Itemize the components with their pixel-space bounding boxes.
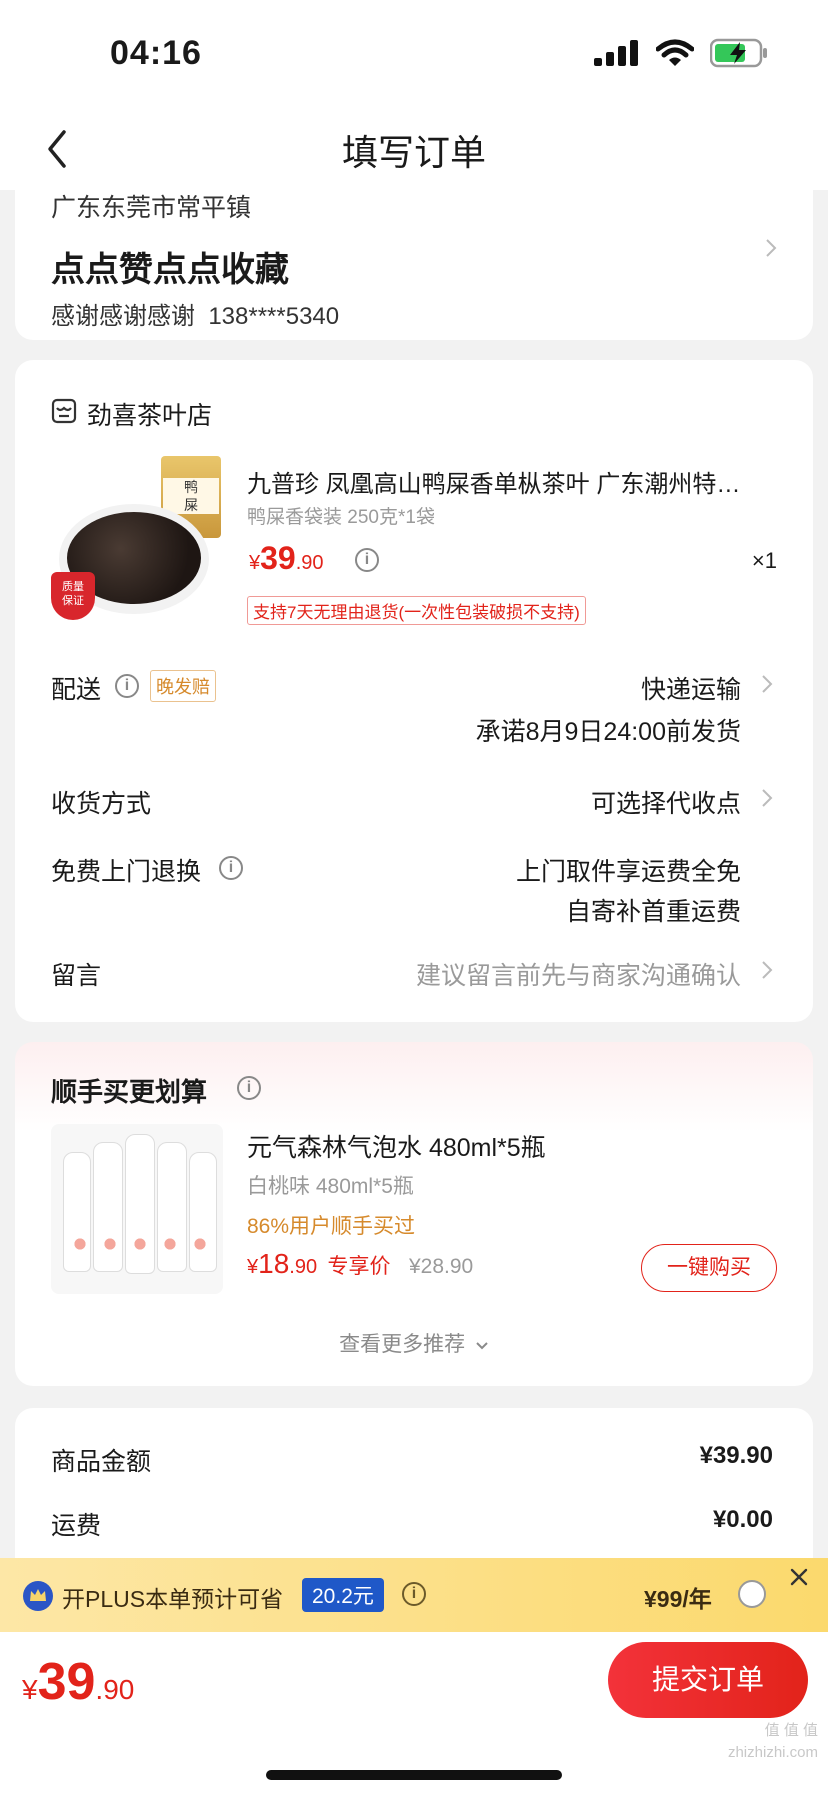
recommend-product-image[interactable]	[51, 1124, 223, 1294]
price-dec: .90	[295, 552, 324, 574]
total-symbol: ¥	[22, 1674, 38, 1705]
recommend-product-spec: 白桃味 480ml*5瓶	[247, 1175, 414, 1198]
total-price: ¥39.90	[22, 1652, 134, 1712]
battery-icon	[710, 38, 767, 68]
shipping-value: ¥0.00	[712, 1506, 773, 1533]
more-recommend-label: 查看更多推荐	[339, 1333, 466, 1356]
close-icon[interactable]	[786, 1564, 812, 1590]
store-icon	[51, 398, 77, 424]
signal-icon	[594, 40, 638, 66]
badge-line2: 保证	[62, 595, 84, 607]
free-return-value2: 自寄补首重运费	[565, 898, 741, 926]
product-spec[interactable]: 鸭屎香袋装 250克*1袋	[247, 502, 435, 529]
free-return-value1: 上门取件享运费全免	[515, 858, 741, 886]
plus-price: ¥99/年	[644, 1586, 712, 1612]
more-recommend-link[interactable]: 查看更多推荐	[15, 1328, 813, 1358]
price-int: 18	[258, 1248, 290, 1279]
wifi-icon	[656, 39, 694, 66]
product-image[interactable]: 鸭屎 质量 保证	[51, 456, 221, 626]
shipping-label: 运费	[51, 1512, 102, 1540]
price-info-icon[interactable]: i	[355, 548, 379, 572]
total-int: 39	[37, 1653, 96, 1711]
address-contact: 感谢感谢感谢 138****5340	[51, 303, 340, 330]
crown-icon	[23, 1581, 53, 1611]
total-dec: .90	[95, 1674, 135, 1705]
bottom-bar: ¥39.90 提交订单 值 值 值 zhizhizhi.com	[0, 1632, 828, 1795]
status-bar: 04:16	[0, 0, 828, 110]
status-icons	[594, 38, 768, 68]
plus-promo-text: 开PLUS本单预计可省	[62, 1586, 284, 1612]
nav-bar: 填写订单	[0, 110, 828, 190]
chevron-right-icon	[762, 789, 773, 807]
delivery-label: 配送	[51, 676, 102, 704]
address-detail: 点点赞点点收藏	[51, 251, 289, 289]
plus-saving-badge: 20.2元	[302, 1578, 384, 1612]
page-title: 填写订单	[341, 132, 486, 173]
delivery-promise: 承诺8月9日24:00前发货	[475, 718, 741, 746]
message-label: 留言	[51, 962, 102, 990]
watermark: 值 值 值 zhizhizhi.com	[727, 1722, 818, 1761]
recommend-info-icon[interactable]: i	[237, 1076, 261, 1100]
late-compensation-tag: 晚发赔	[150, 670, 216, 702]
address-region: 广东东莞市常平镇	[51, 194, 252, 222]
product-title[interactable]: 九普珍 凤凰高山鸭屎香单枞茶叶 广东潮州特…	[247, 464, 787, 499]
price-int: 39	[260, 540, 296, 576]
goods-amount-value: ¥39.90	[699, 1442, 773, 1469]
plus-promo-bar[interactable]: 开PLUS本单预计可省 20.2元 i ¥99/年	[0, 1558, 828, 1632]
product-price: ¥39.90	[249, 540, 324, 577]
home-indicator	[266, 1770, 562, 1780]
one-click-buy-button[interactable]: 一键购买	[641, 1244, 777, 1292]
recommend-title: 顺手买更划算	[51, 1077, 208, 1107]
return-policy-tag: 支持7天无理由退货(一次性包装破损不支持)	[247, 596, 586, 625]
recommend-card: 顺手买更划算 i 元气森林气泡水 480ml*5瓶 白桃味 480ml*5瓶 8…	[15, 1042, 813, 1386]
price-tag: 专享价	[327, 1255, 391, 1278]
original-price: ¥28.90	[409, 1255, 474, 1278]
message-input[interactable]: 建议留言前先与商家沟通确认	[416, 956, 741, 992]
free-return-info-icon[interactable]: i	[219, 856, 243, 880]
product-qty: ×1	[751, 548, 777, 573]
price-symbol: ¥	[247, 1256, 259, 1278]
chevron-right-icon	[762, 675, 773, 693]
free-return-label: 免费上门退换	[51, 858, 202, 886]
recommend-product-note: 86%用户顺手买过	[247, 1215, 416, 1238]
chevron-right-icon	[762, 961, 773, 979]
price-dec: .90	[289, 1256, 318, 1278]
address-card[interactable]: 广东东莞市常平镇 点点赞点点收藏 感谢感谢感谢 138****5340	[15, 180, 813, 340]
plus-select-radio[interactable]	[738, 1580, 766, 1608]
plus-info-icon[interactable]: i	[402, 1582, 426, 1606]
quality-badge: 质量 保证	[51, 572, 95, 620]
price-symbol: ¥	[249, 552, 261, 574]
status-time: 04:16	[110, 34, 202, 72]
goods-amount-label: 商品金额	[51, 1448, 152, 1476]
store-name[interactable]: 劲喜茶叶店	[87, 396, 212, 432]
submit-order-button[interactable]: 提交订单	[608, 1642, 808, 1718]
chevron-down-icon	[476, 1342, 488, 1350]
chevron-right-icon	[766, 239, 777, 257]
recommend-product-title[interactable]: 元气森林气泡水 480ml*5瓶	[247, 1128, 546, 1164]
receive-label: 收货方式	[51, 790, 152, 818]
store-card: 劲喜茶叶店 鸭屎 质量 保证 九普珍 凤凰高山鸭屎香单枞茶叶 广东潮州特… 鸭屎…	[15, 360, 813, 1022]
delivery-info-icon[interactable]: i	[115, 674, 139, 698]
receive-value[interactable]: 可选择代收点	[591, 784, 741, 820]
badge-line1: 质量	[62, 581, 84, 593]
delivery-method[interactable]: 快递运输	[641, 670, 741, 706]
recommend-product-price: ¥18.90 专享价 ¥28.90	[247, 1248, 473, 1280]
